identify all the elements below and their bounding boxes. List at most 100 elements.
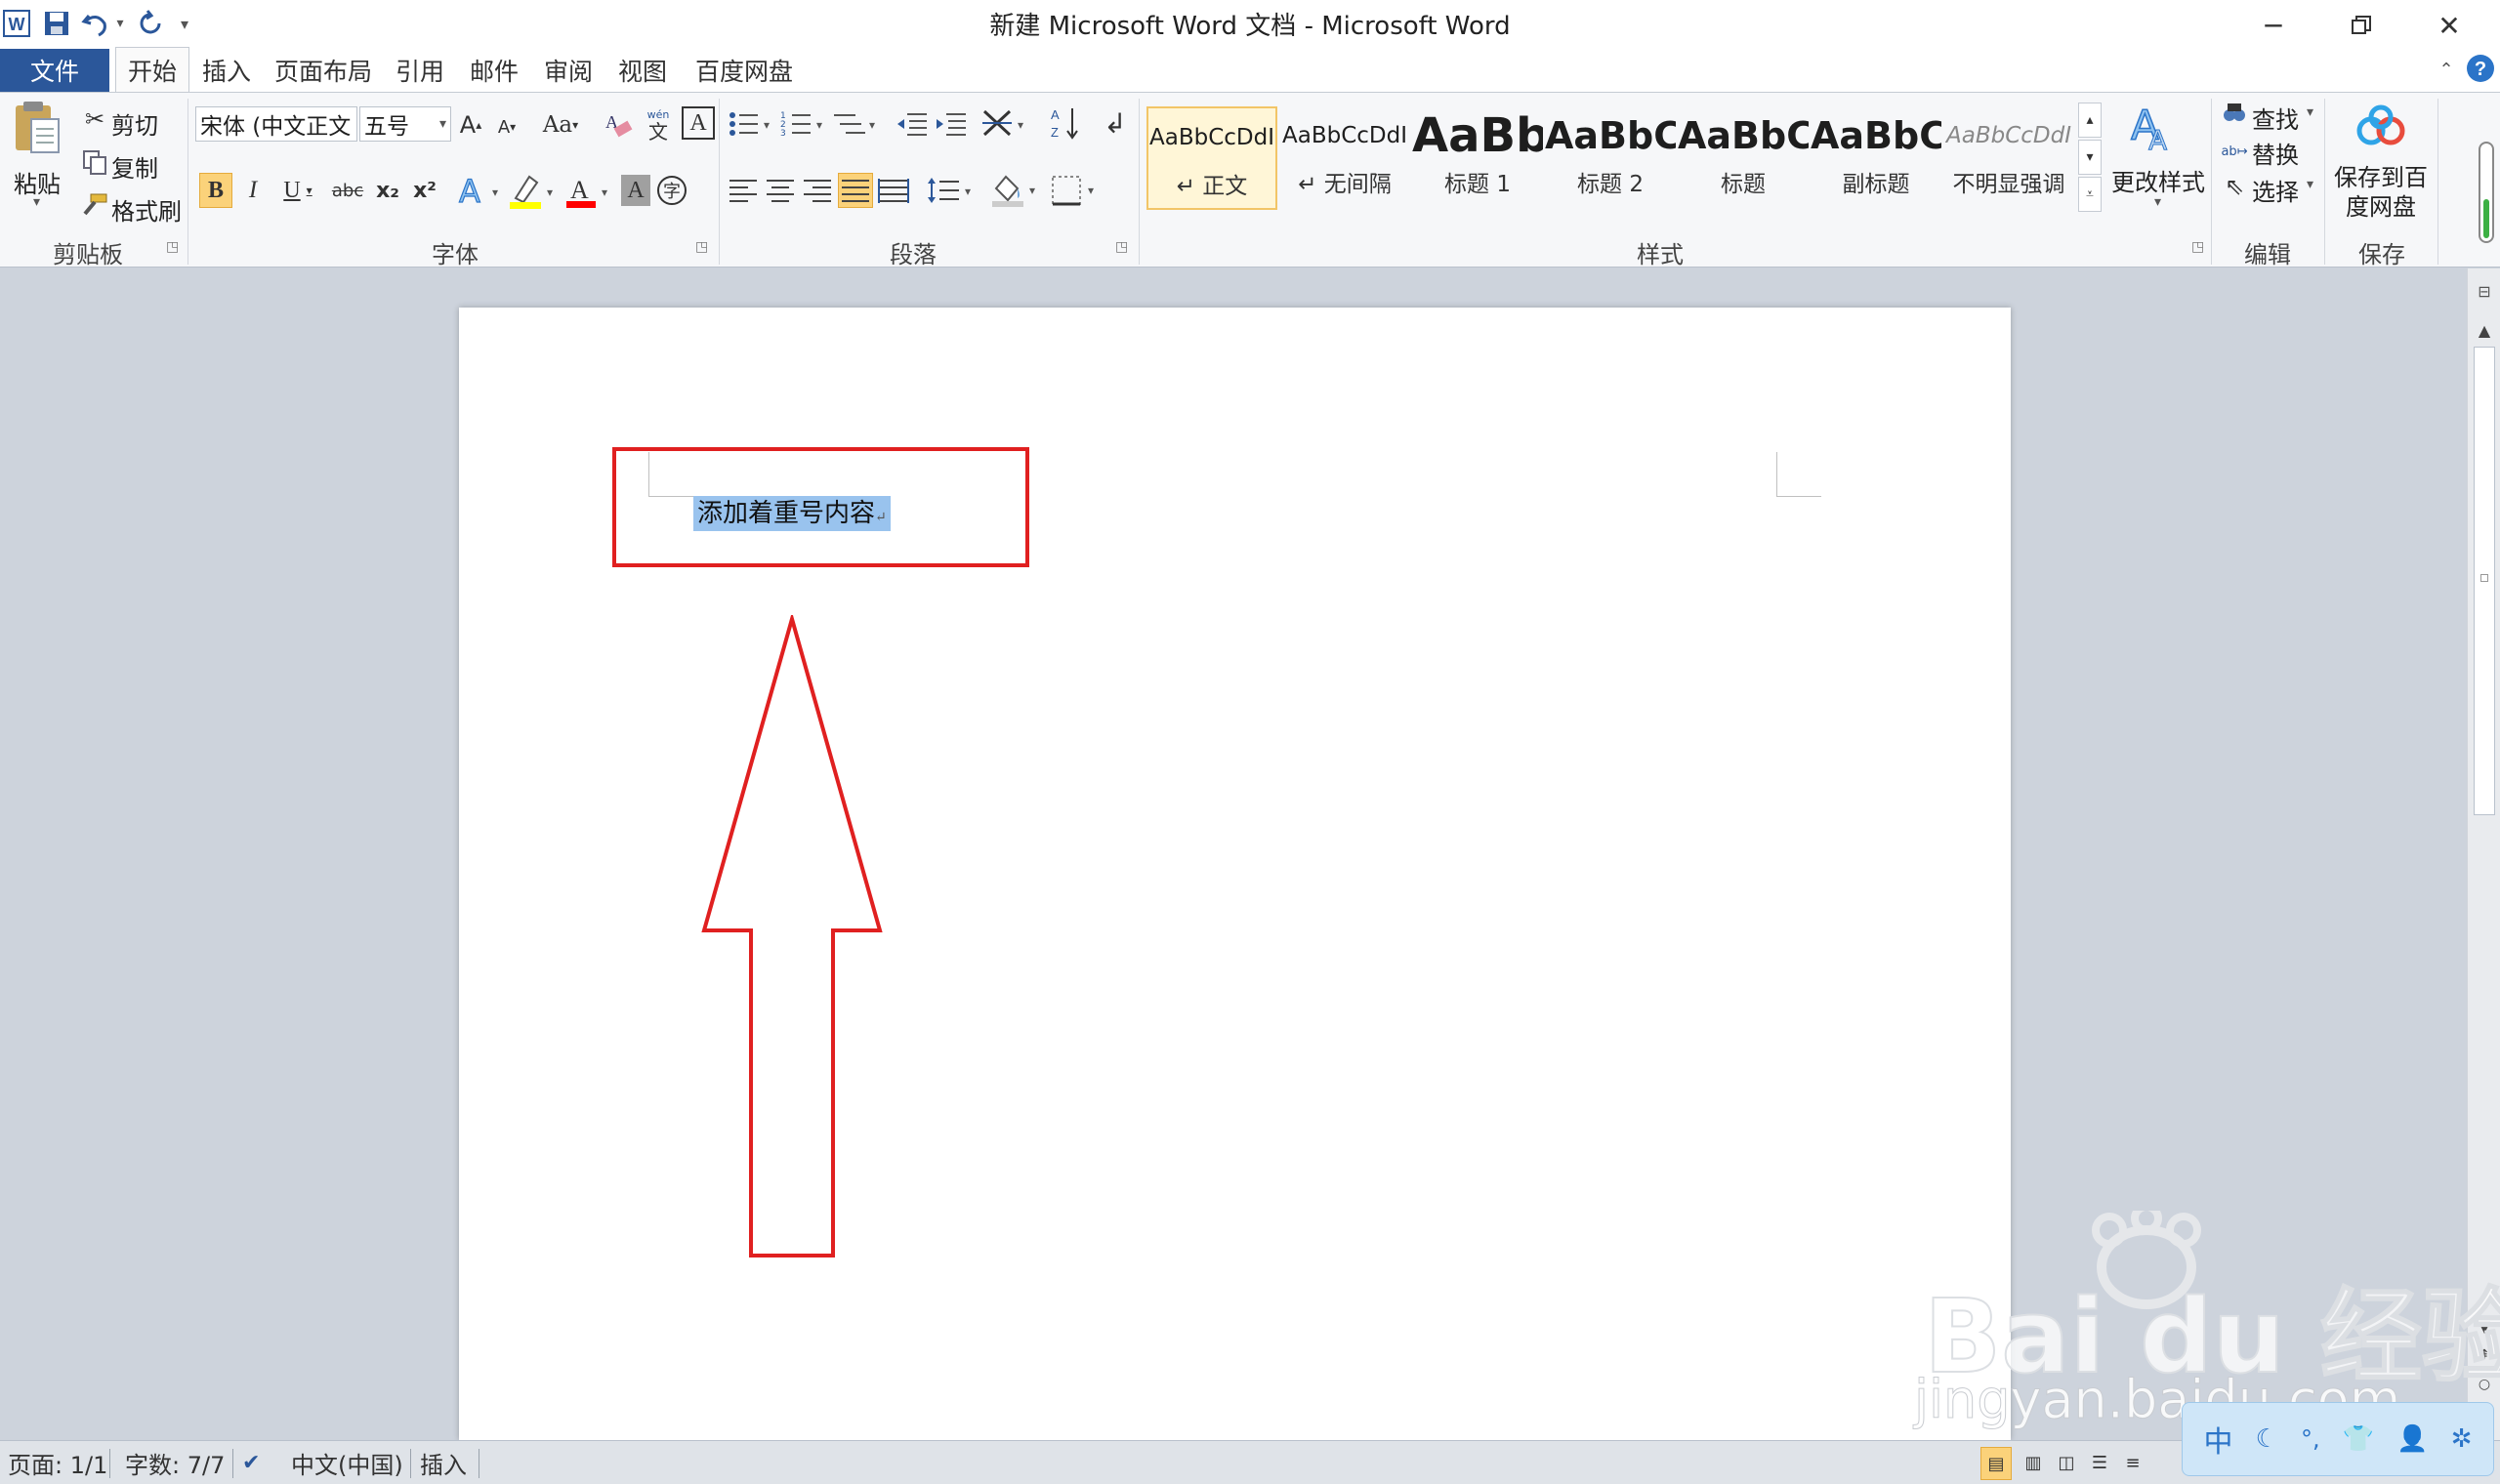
- bold-button[interactable]: B: [199, 173, 232, 208]
- select-cursor-icon[interactable]: ⇖: [2221, 173, 2248, 200]
- restore-button[interactable]: [2322, 4, 2400, 47]
- shading-icon[interactable]: ▾: [990, 171, 1043, 208]
- tab-view[interactable]: 视图: [611, 49, 674, 92]
- scroll-down-icon[interactable]: ▼: [2472, 1313, 2497, 1339]
- paragraph-launcher-icon[interactable]: ◳: [1115, 239, 1128, 255]
- ruler-toggle-icon[interactable]: ⊟: [2472, 278, 2497, 304]
- previous-page-icon[interactable]: ⇞: [2472, 1342, 2497, 1368]
- format-painter-icon[interactable]: [80, 190, 109, 220]
- styles-more-icon[interactable]: ⩡: [2078, 177, 2102, 212]
- paste-dropdown-icon[interactable]: ▾: [33, 194, 40, 210]
- style-heading-1[interactable]: AaBb 标题 1: [1412, 106, 1543, 210]
- subscript-button[interactable]: x₂: [371, 173, 404, 208]
- find-button[interactable]: 查找: [2252, 101, 2299, 135]
- italic-button[interactable]: I: [238, 173, 268, 208]
- styles-launcher-icon[interactable]: ◳: [2191, 239, 2204, 255]
- chinese-layout-icon[interactable]: ▾: [980, 106, 1029, 142]
- font-size-combo[interactable]: 五号 ▾: [359, 106, 451, 142]
- styles-scroll-up-icon[interactable]: ▴: [2078, 103, 2102, 138]
- multilevel-list-icon[interactable]: ▾: [832, 106, 881, 142]
- decrease-indent-icon[interactable]: [895, 106, 930, 142]
- document-page[interactable]: 添加着重号内容↵: [459, 308, 2011, 1440]
- replace-button[interactable]: 替换: [2252, 136, 2299, 170]
- tab-file[interactable]: 文件: [0, 49, 109, 92]
- tab-mailings[interactable]: 邮件: [463, 49, 525, 92]
- shrink-font-icon[interactable]: A ▾: [494, 112, 520, 142]
- punctuation-icon[interactable]: °,: [2301, 1425, 2320, 1453]
- word-count[interactable]: 字数: 7/7: [125, 1441, 225, 1484]
- ime-toolbar[interactable]: 中 ☾ °, 👕 👤 ✲: [2182, 1402, 2494, 1476]
- tab-references[interactable]: 引用: [389, 49, 451, 92]
- scroll-thumb[interactable]: [2474, 347, 2495, 815]
- increase-indent-icon[interactable]: [934, 106, 969, 142]
- page-count[interactable]: 页面: 1/1: [8, 1441, 107, 1484]
- change-styles-icon[interactable]: AA: [2125, 101, 2180, 155]
- text-effects-icon[interactable]: A ▾: [455, 171, 506, 210]
- tab-review[interactable]: 审阅: [537, 49, 600, 92]
- clipboard-launcher-icon[interactable]: ◳: [166, 239, 179, 255]
- copy-icon[interactable]: [80, 147, 109, 177]
- full-screen-reading-icon[interactable]: ▥: [2020, 1441, 2047, 1484]
- copy-button[interactable]: 复制: [111, 149, 158, 184]
- replace-icon[interactable]: ab↦: [2221, 138, 2248, 165]
- moon-icon[interactable]: ☾: [2256, 1424, 2278, 1454]
- align-center-icon[interactable]: [764, 173, 797, 208]
- proofing-icon[interactable]: ✔: [242, 1441, 260, 1484]
- styles-scroll-down-icon[interactable]: ▾: [2078, 140, 2102, 175]
- minimize-ribbon-icon[interactable]: ⌃: [2432, 55, 2461, 84]
- bullets-icon[interactable]: ▾: [727, 106, 775, 142]
- browse-object-icon[interactable]: ○: [2472, 1372, 2497, 1397]
- align-left-icon[interactable]: [727, 173, 760, 208]
- find-icon[interactable]: [2221, 101, 2248, 128]
- tab-insert[interactable]: 插入: [195, 49, 258, 92]
- change-case-icon[interactable]: Aa ▾: [539, 108, 582, 142]
- help-icon[interactable]: ?: [2465, 53, 2496, 84]
- minimize-button[interactable]: ─: [2234, 4, 2312, 47]
- borders-icon[interactable]: ▾: [1051, 173, 1102, 208]
- user-icon[interactable]: 👤: [2396, 1424, 2428, 1454]
- superscript-button[interactable]: x²: [408, 173, 441, 208]
- format-painter-button[interactable]: 格式刷: [111, 192, 182, 227]
- scroll-up-icon[interactable]: ▲: [2472, 317, 2497, 343]
- justify-icon[interactable]: [838, 173, 873, 208]
- web-layout-icon[interactable]: ◫: [2053, 1441, 2080, 1484]
- tab-page-layout[interactable]: 页面布局: [271, 49, 375, 92]
- insert-mode[interactable]: 插入: [420, 1441, 467, 1484]
- close-button[interactable]: ✕: [2410, 4, 2488, 47]
- line-spacing-icon[interactable]: ▾: [926, 173, 977, 208]
- select-dropdown-icon[interactable]: ▾: [2307, 177, 2313, 192]
- sort-icon[interactable]: AZ: [1049, 104, 1082, 142]
- change-styles-button[interactable]: 更改样式: [2111, 163, 2205, 197]
- phonetic-guide-icon[interactable]: wén 文: [641, 106, 676, 142]
- character-shading-icon[interactable]: A: [621, 175, 650, 206]
- draft-view-icon[interactable]: ≡: [2119, 1441, 2146, 1484]
- outline-view-icon[interactable]: ☰: [2086, 1441, 2113, 1484]
- font-name-combo[interactable]: 宋体 (中文正文: [195, 106, 357, 142]
- tab-home[interactable]: 开始: [115, 47, 189, 92]
- style-title[interactable]: AaBbC 标题: [1678, 106, 1809, 210]
- show-formatting-marks-icon[interactable]: ↲: [1098, 104, 1133, 142]
- underline-button[interactable]: U ▾: [275, 173, 320, 208]
- ime-mode[interactable]: 中: [2204, 1418, 2233, 1461]
- select-button[interactable]: 选择: [2252, 173, 2299, 207]
- tab-baidu-netdisk[interactable]: 百度网盘: [688, 49, 801, 92]
- language-indicator[interactable]: 中文(中国): [291, 1441, 403, 1484]
- cut-button[interactable]: 剪切: [111, 106, 158, 141]
- cut-icon[interactable]: ✂: [80, 104, 109, 134]
- style-normal[interactable]: AaBbCcDdI ↵ 正文: [1146, 106, 1277, 210]
- find-dropdown-icon[interactable]: ▾: [2307, 104, 2313, 120]
- numbering-icon[interactable]: 1 2 3 ▾: [779, 106, 828, 142]
- save-to-baidu-button[interactable]: 保存到百度网盘: [2332, 163, 2430, 222]
- tools-icon[interactable]: ✲: [2451, 1424, 2473, 1454]
- align-right-icon[interactable]: [801, 173, 834, 208]
- font-launcher-icon[interactable]: ◳: [695, 239, 708, 255]
- enclose-characters-icon[interactable]: 字: [654, 173, 689, 208]
- paste-icon[interactable]: [10, 99, 64, 157]
- print-layout-view-icon[interactable]: ▤: [1980, 1447, 2012, 1480]
- vertical-scrollbar[interactable]: ⊟ ▲ ▼ ⇞ ○: [2467, 268, 2500, 1440]
- strikethrough-button[interactable]: abc: [328, 173, 367, 208]
- grow-font-icon[interactable]: A ▴: [457, 108, 484, 142]
- distributed-icon[interactable]: [877, 173, 910, 208]
- style-subtle-emphasis[interactable]: AaBbCcDdI 不明显强调: [1943, 106, 2074, 210]
- baidu-netdisk-icon[interactable]: [2352, 101, 2410, 155]
